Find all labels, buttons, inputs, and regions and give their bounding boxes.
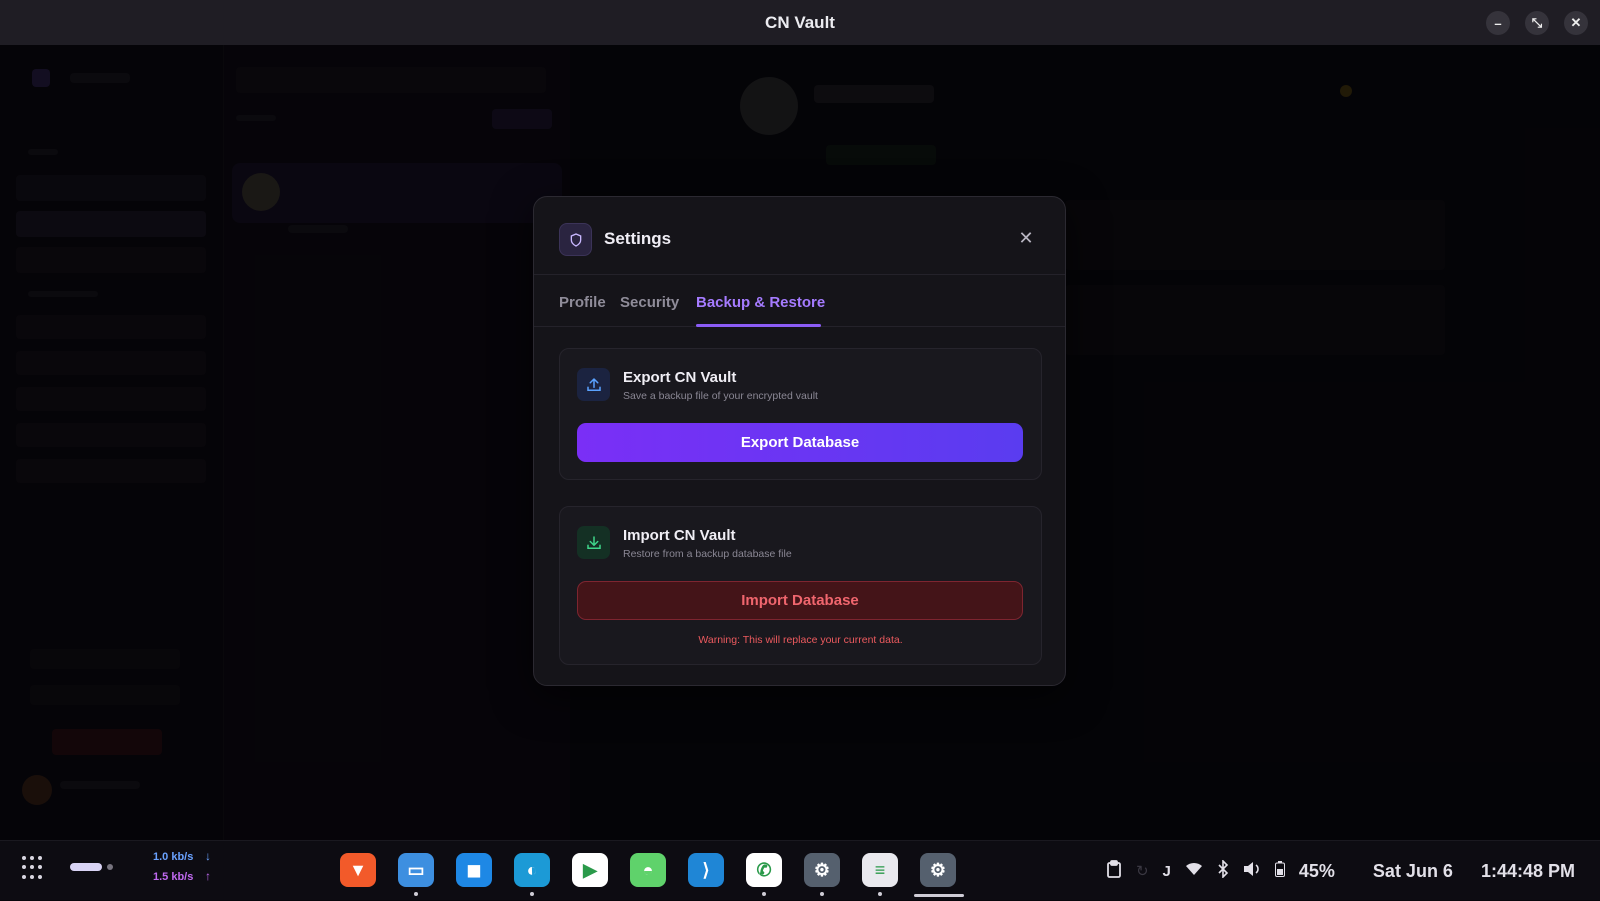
play-store-icon[interactable]: ▶ bbox=[572, 853, 608, 887]
clipboard-icon[interactable] bbox=[1106, 860, 1122, 882]
shield-icon bbox=[559, 223, 592, 256]
close-icon[interactable]: ✕ bbox=[1564, 11, 1588, 35]
active-tab-indicator bbox=[696, 324, 821, 327]
arrow-down-icon: ↓ bbox=[205, 849, 211, 863]
modal-title: Settings bbox=[604, 229, 672, 248]
tab-security[interactable]: Security bbox=[620, 294, 679, 311]
running-indicator bbox=[762, 892, 766, 896]
settings-app-icon[interactable]: ⚙ bbox=[804, 853, 840, 896]
export-card-subtitle: Save a backup file of your encrypted vau… bbox=[623, 390, 818, 402]
import-card: Import CN Vault Restore from a backup da… bbox=[559, 506, 1042, 665]
tab-profile[interactable]: Profile bbox=[559, 294, 606, 311]
android-icon[interactable]: ◓ bbox=[630, 853, 666, 887]
store-icon[interactable]: ◼ bbox=[456, 853, 492, 887]
import-warning-text: Warning: This will replace your current … bbox=[698, 634, 903, 646]
close-icon[interactable]: ✕ bbox=[1015, 227, 1037, 249]
text-editor-icon[interactable]: ≡ bbox=[862, 853, 898, 896]
brave-icon[interactable]: ▼ bbox=[340, 853, 376, 887]
sync-icon[interactable]: ↻ bbox=[1136, 862, 1149, 880]
tab-backup-restore[interactable]: Backup & Restore bbox=[696, 294, 825, 311]
running-indicator bbox=[914, 894, 964, 897]
wifi-icon[interactable] bbox=[1185, 862, 1203, 880]
import-database-button[interactable]: Import Database bbox=[577, 581, 1023, 620]
hook-icon[interactable]: J bbox=[1163, 863, 1171, 880]
restore-icon[interactable]: ⤡ bbox=[1525, 11, 1549, 35]
app-launcher-icon[interactable] bbox=[22, 856, 46, 880]
system-tray: ↻ J 45% Sat Jun 6 1:44:48 PM bbox=[1106, 841, 1575, 901]
bluetooth-icon[interactable] bbox=[1217, 859, 1229, 882]
network-download-speed: 1.0 kb/s bbox=[153, 851, 194, 863]
running-indicator bbox=[530, 892, 534, 896]
network-upload-speed: 1.5 kb/s bbox=[153, 871, 194, 883]
settings-app-active-icon[interactable]: ⚙ bbox=[914, 853, 964, 897]
arrow-up-icon: ↑ bbox=[205, 869, 211, 883]
vscode-icon[interactable]: ⟩ bbox=[688, 853, 724, 887]
pinned-apps: ▼ ▭ ◼ ◐ ▶ ◓ ⟩ ✆ ⚙ ≡ ⚙ bbox=[340, 853, 964, 897]
edge-icon[interactable]: ◐ bbox=[514, 853, 550, 896]
modal-header: Settings ✕ bbox=[534, 197, 1065, 275]
window-controls: – ⤡ ✕ bbox=[1486, 11, 1588, 35]
running-indicator bbox=[820, 892, 824, 896]
import-card-title: Import CN Vault bbox=[623, 527, 736, 544]
workspace-indicator[interactable] bbox=[70, 863, 102, 871]
settings-modal: Settings ✕ Profile Security Backup & Res… bbox=[533, 196, 1066, 686]
whatsapp-icon[interactable]: ✆ bbox=[746, 853, 782, 896]
upload-icon bbox=[577, 368, 610, 401]
import-card-subtitle: Restore from a backup database file bbox=[623, 548, 792, 560]
export-database-button[interactable]: Export Database bbox=[577, 423, 1023, 462]
running-indicator bbox=[414, 892, 418, 896]
volume-icon[interactable] bbox=[1243, 861, 1261, 881]
export-card-title: Export CN Vault bbox=[623, 369, 737, 386]
files-icon[interactable]: ▭ bbox=[398, 853, 434, 896]
clock[interactable]: 1:44:48 PM bbox=[1481, 861, 1575, 882]
minimize-icon[interactable]: – bbox=[1486, 11, 1510, 35]
battery-icon bbox=[1274, 861, 1285, 881]
window-titlebar: CN Vault – ⤡ ✕ bbox=[0, 0, 1600, 45]
download-icon bbox=[577, 526, 610, 559]
battery-percentage: 45% bbox=[1298, 860, 1335, 881]
window-title: CN Vault bbox=[765, 12, 835, 32]
settings-tabs: Profile Security Backup & Restore bbox=[534, 275, 1065, 327]
taskbar: 1.0 kb/s 1.5 kb/s ↓ ↑ ▼ ▭ ◼ ◐ ▶ ◓ ⟩ ✆ ⚙ ≡ ⚙ ↻ J 45… bbox=[0, 840, 1600, 900]
workspace-dot[interactable] bbox=[107, 864, 113, 870]
running-indicator bbox=[878, 892, 882, 896]
date-display[interactable]: Sat Jun 6 bbox=[1373, 861, 1453, 882]
export-card: Export CN Vault Save a backup file of yo… bbox=[559, 348, 1042, 480]
